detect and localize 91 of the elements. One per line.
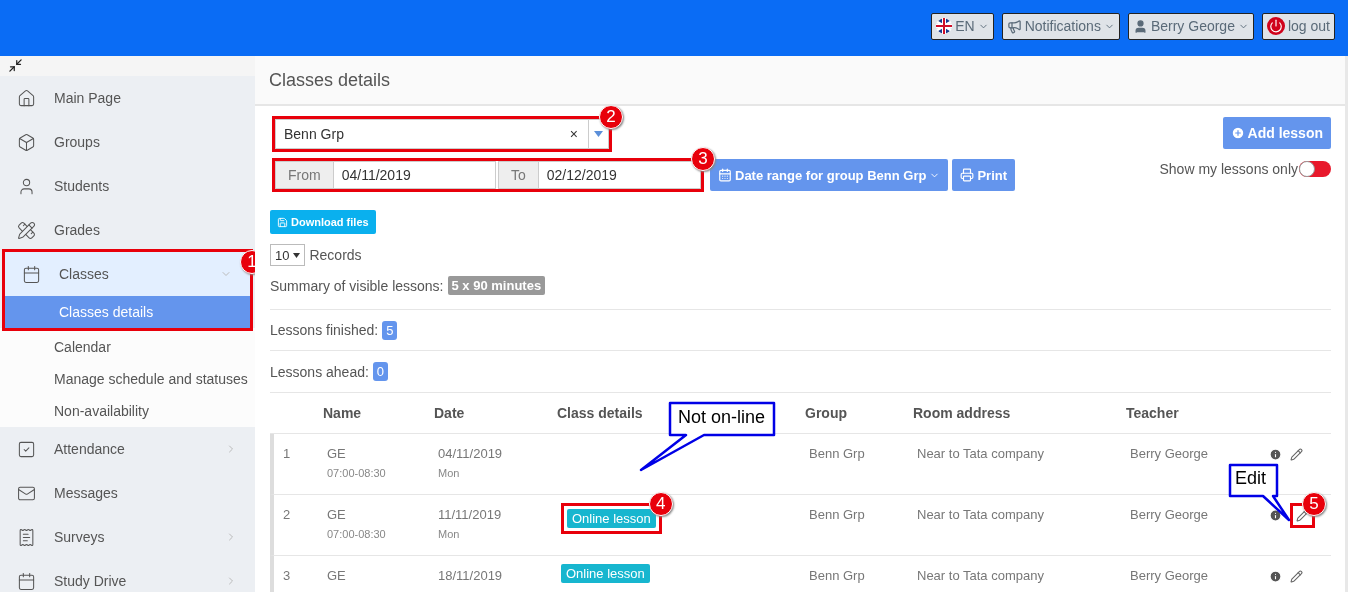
box-icon <box>17 132 36 152</box>
edit-icon[interactable] <box>1290 569 1303 583</box>
logout-button[interactable]: log out <box>1261 12 1335 40</box>
online-lesson-tag: Online lesson <box>561 564 650 583</box>
printer-icon <box>960 168 975 182</box>
to-label: To <box>497 161 539 189</box>
table-cell-text: 3 <box>282 568 291 583</box>
finished-label: Lessons finished: <box>270 322 379 338</box>
toggle-switch[interactable] <box>1299 161 1331 177</box>
table-cell: 04/11/2019 <box>438 446 503 461</box>
from-date-field[interactable]: 04/11/2019 <box>333 161 496 189</box>
ahead-label: Lessons ahead: <box>270 363 369 380</box>
table-cell-text: 2 <box>282 507 291 522</box>
callout-badge: 5 <box>1302 491 1326 516</box>
table-cell: Benn Grp <box>809 568 865 583</box>
caret-icon <box>293 252 301 258</box>
ruler-pencil-icon <box>17 220 36 240</box>
records-label: Records <box>309 247 362 263</box>
weekday-text: Mon <box>438 528 460 540</box>
callout-badge: 2 <box>599 106 623 129</box>
calendar-icon <box>17 571 36 591</box>
calendar-icon <box>718 168 732 182</box>
table-cell: GE <box>327 446 346 461</box>
table-cell: Near to Tata company <box>917 568 1044 583</box>
table-cell: Berry George <box>1130 568 1209 583</box>
sidebar-item[interactable]: Main Page <box>0 76 255 120</box>
table-cell: Benn Grp <box>809 446 865 461</box>
sidebar-item[interactable]: Students <box>0 164 255 208</box>
column-header: Class details <box>557 405 643 421</box>
callout-badge: 3 <box>691 147 715 171</box>
bubble-text: Not on-line <box>678 407 766 428</box>
from-label: From <box>275 161 334 189</box>
clear-button[interactable]: × <box>559 126 588 142</box>
table-cell: Near to Tata company <box>917 507 1044 522</box>
collapse-icon[interactable] <box>8 58 23 73</box>
table-cell: GE <box>327 507 346 522</box>
table-cell: Near to Tata company <box>917 446 1044 461</box>
plus-icon <box>1230 126 1245 140</box>
count-badge: 5 <box>382 320 398 340</box>
table-cell-text: 1 <box>282 446 291 461</box>
time-text: 07:00-08:30 <box>327 467 386 479</box>
sidebar-item[interactable]: Groups <box>0 120 255 164</box>
calendar-icon <box>22 264 41 284</box>
info-icon[interactable] <box>1269 508 1282 522</box>
notifications-button[interactable]: Notifications <box>1001 12 1120 40</box>
column-header: Teacher <box>1126 405 1179 421</box>
sidebar-item[interactable]: Grades <box>0 208 255 252</box>
table-cell: 11/11/2019 <box>438 507 502 522</box>
user-icon <box>1132 18 1148 34</box>
column-header: Name <box>323 405 362 421</box>
table-cell: 18/11/2019 <box>438 568 503 583</box>
language-button[interactable]: EN <box>931 12 994 40</box>
power-icon <box>1266 17 1285 35</box>
table-cell: Benn Grp <box>809 507 865 522</box>
submenu-item[interactable]: Calendar <box>0 331 255 363</box>
table-cell: Berry George <box>1130 446 1209 461</box>
records-select[interactable]: 10 <box>270 244 306 266</box>
duration-badge: 5 x 90 minutes <box>447 276 546 295</box>
user-button[interactable]: Berry George <box>1127 12 1254 40</box>
sidebar-item[interactable]: Messages <box>0 471 255 515</box>
user-icon <box>17 176 36 196</box>
table-cell: GE <box>327 568 346 583</box>
caret-icon <box>594 131 603 137</box>
submenu-item[interactable]: Non-availability <box>0 395 255 427</box>
toggle-label: Show my lessons only <box>1159 161 1298 177</box>
edit-icon[interactable] <box>1290 447 1303 461</box>
weekday-text: Mon <box>438 467 460 479</box>
flag-icon <box>936 18 953 34</box>
megaphone-icon <box>1006 18 1022 34</box>
sidebar-item[interactable]: Surveys <box>0 515 255 559</box>
sidebar-item[interactable]: Attendance <box>0 427 255 471</box>
column-header: Date <box>434 405 465 421</box>
bubble-text: Edit <box>1235 468 1267 489</box>
floppy-icon <box>277 216 288 228</box>
info-icon[interactable] <box>1269 447 1282 461</box>
info-icon[interactable] <box>1269 569 1282 583</box>
submenu-item[interactable]: Manage schedule and statuses <box>0 363 255 395</box>
count-badge: 0 <box>372 362 389 381</box>
online-lesson-tag: Online lesson <box>567 509 656 528</box>
receipt-icon <box>17 527 36 547</box>
summary-label: Summary of visible lessons: <box>270 277 444 294</box>
home-icon <box>17 88 36 108</box>
time-text: 07:00-08:30 <box>327 528 386 540</box>
column-header: Room address <box>913 405 1011 421</box>
column-header: Group <box>805 405 847 421</box>
callout-badge: 4 <box>648 492 673 516</box>
sidebar-item[interactable]: Study Drive <box>0 559 255 592</box>
checkbox-icon <box>17 439 36 459</box>
table-cell: Berry George <box>1130 507 1209 522</box>
page-title: Classes details <box>255 56 1345 106</box>
edit-icon[interactable] <box>1296 508 1309 522</box>
